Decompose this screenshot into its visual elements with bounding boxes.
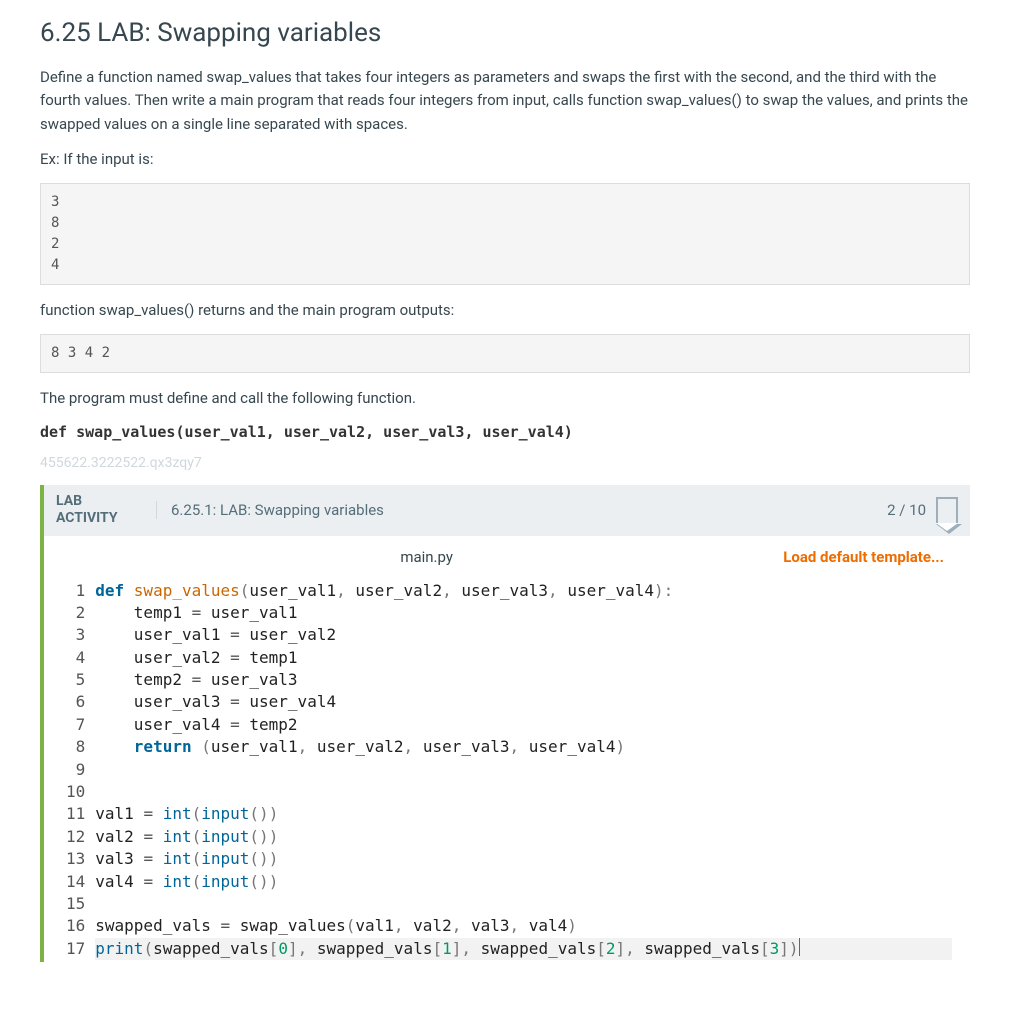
load-default-template-link[interactable]: Load default template... <box>783 548 944 566</box>
editor-toolbar: main.py Load default template... <box>62 536 952 578</box>
must-define-text: The program must define and call the fol… <box>40 387 970 410</box>
function-signature: def swap_values(user_val1, user_val2, us… <box>40 423 970 441</box>
activity-score: 2 / 10 <box>887 501 932 519</box>
filename-label: main.py <box>380 548 473 566</box>
activity-badge: LAB ACTIVITY <box>56 493 156 528</box>
example-output-intro: function swap_values() returns and the m… <box>40 299 970 322</box>
example-output-box: 8 3 4 2 <box>40 334 970 373</box>
code-content[interactable]: def swap_values(user_val1, user_val2, us… <box>95 578 952 963</box>
lab-activity-panel: LAB ACTIVITY 6.25.1: LAB: Swapping varia… <box>40 485 970 963</box>
code-editor[interactable]: 1234567891011121314151617 def swap_value… <box>62 578 952 963</box>
bookmark-icon[interactable] <box>936 497 958 523</box>
activity-header: LAB ACTIVITY 6.25.1: LAB: Swapping varia… <box>44 485 970 536</box>
activity-title: 6.25.1: LAB: Swapping variables <box>156 501 887 519</box>
example-input-box: 3 8 2 4 <box>40 183 970 285</box>
problem-description: Define a function named swap_values that… <box>40 66 970 136</box>
question-hash-id: 455622.3222522.qx3zqy7 <box>40 455 970 471</box>
example-intro: Ex: If the input is: <box>40 148 970 171</box>
line-number-gutter: 1234567891011121314151617 <box>62 578 95 963</box>
page-title: 6.25 LAB: Swapping variables <box>40 18 970 48</box>
